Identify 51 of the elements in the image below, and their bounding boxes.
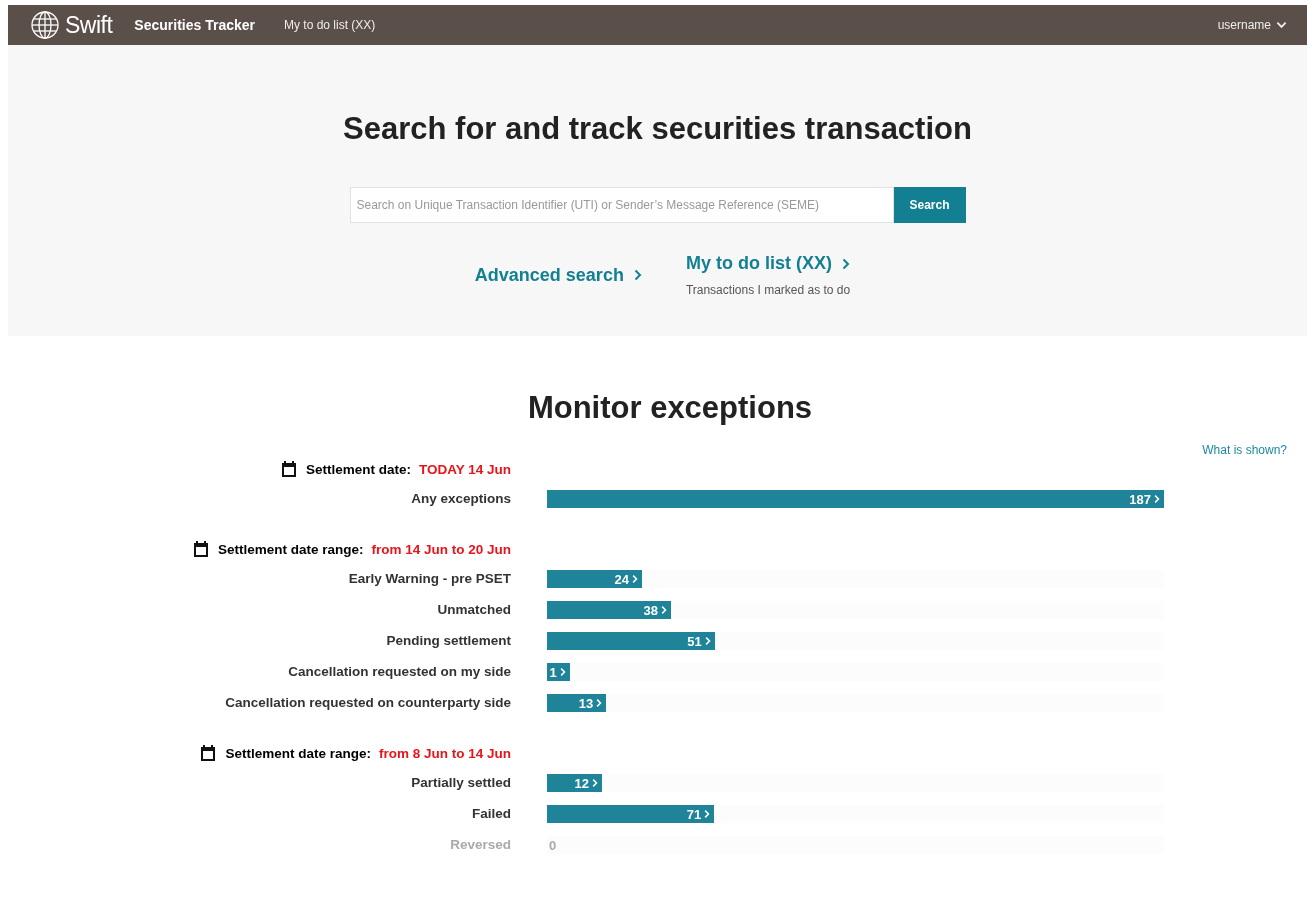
app-title: Securities Tracker — [134, 17, 255, 33]
user-menu[interactable]: username — [1217, 18, 1271, 32]
chevron-right-icon — [633, 269, 642, 281]
group-label: Settlement date range: — [217, 541, 364, 557]
logo-text[interactable]: Swift — [65, 11, 113, 39]
chevron-right-icon — [704, 636, 711, 646]
exception-bar[interactable]: 13 — [547, 694, 607, 712]
chevron-down-icon — [1276, 21, 1287, 29]
chevron-right-icon — [632, 574, 638, 584]
chevron-right-icon — [591, 778, 598, 788]
search-button[interactable]: Search — [893, 187, 966, 223]
calendar-icon — [191, 540, 210, 558]
chevron-right-icon — [841, 257, 850, 270]
exception-label: Early Warning - pre PSET — [347, 570, 511, 588]
chevron-right-icon — [596, 698, 603, 708]
chevron-right-icon — [661, 605, 667, 615]
exception-label: Cancellation requested on my side — [287, 663, 511, 681]
exception-bar[interactable]: 51 — [547, 632, 715, 650]
date-range: from 14 Jun to 20 Jun — [371, 541, 511, 557]
exception-label: Cancellation requested on counterparty side — [224, 694, 511, 712]
exception-bar[interactable]: 38 — [547, 601, 671, 619]
globe-icon — [30, 10, 60, 40]
exception-label: Unmatched — [436, 601, 511, 619]
section-title: Monitor exceptions — [526, 390, 814, 426]
exception-label: Reversed — [449, 836, 511, 854]
exception-label: Failed — [471, 805, 511, 823]
search-field[interactable]: Search on Unique Transaction Identifier (UTI) or Sender’s Message Reference (SEME) — [349, 187, 894, 223]
calendar-icon — [199, 744, 218, 762]
page-title: Search for and track securities transaction — [343, 111, 972, 147]
date-range: from 8 Jun to 14 Jun — [378, 745, 511, 761]
nav-link[interactable]: My to do list (XX) — [284, 18, 376, 32]
exception-bar[interactable]: 24 — [547, 570, 642, 588]
help-link[interactable]: What is shown? — [1202, 443, 1287, 457]
date-range: TODAY 14 Jun — [418, 461, 511, 477]
advanced-search-link[interactable]: Advanced search — [474, 253, 642, 297]
chevron-right-icon — [704, 809, 711, 819]
exception-bar[interactable]: 187 — [547, 490, 1164, 508]
exception-bar[interactable]: 71 — [547, 805, 715, 823]
chevron-right-icon — [559, 667, 566, 677]
exception-label: Any exceptions — [410, 490, 511, 508]
exception-bar[interactable]: 1 — [547, 663, 570, 681]
exception-label: Partially settled — [410, 774, 511, 792]
todo-caption: Transactions I marked as to do — [685, 283, 851, 297]
calendar-icon — [279, 460, 298, 478]
exception-count: 0 — [548, 837, 557, 853]
todo-list-link[interactable]: My to do list (XX) — [685, 253, 851, 274]
exception-label: Pending settlement — [385, 632, 511, 650]
exception-bar[interactable]: 12 — [547, 774, 602, 792]
group-label: Settlement date range: — [225, 745, 371, 761]
group-label: Settlement date: — [305, 461, 411, 477]
chevron-right-icon — [1154, 494, 1160, 504]
